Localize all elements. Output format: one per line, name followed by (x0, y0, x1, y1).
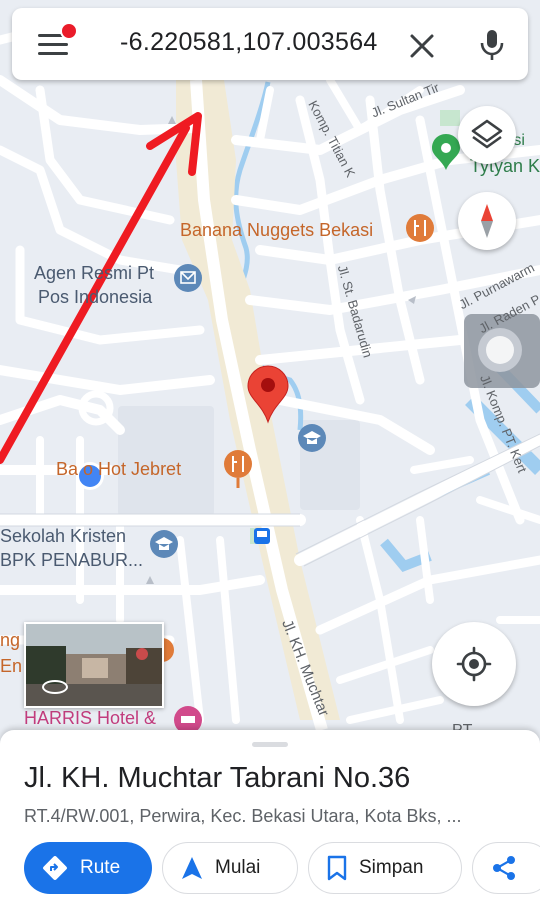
school-marker-icon-2[interactable] (150, 530, 178, 558)
notification-dot (60, 22, 78, 40)
route-button[interactable]: Rute (24, 842, 152, 894)
street-view-thumbnail[interactable] (24, 622, 164, 708)
share-button[interactable] (472, 842, 540, 894)
compass-button[interactable] (458, 192, 516, 250)
directions-icon (42, 855, 68, 881)
restaurant-marker-icon[interactable] (406, 214, 434, 242)
close-icon (410, 34, 434, 58)
place-label-left-edge-1: ng (0, 630, 21, 650)
menu-icon-bar (38, 52, 68, 55)
start-label: Mulai (215, 857, 261, 878)
navigation-arrow-icon (181, 856, 203, 880)
save-label: Simpan (359, 857, 424, 878)
my-location-icon (456, 646, 492, 682)
bookmark-icon (327, 855, 347, 881)
my-location-button[interactable] (432, 622, 516, 706)
place-label-banana-nuggets[interactable]: Banana Nuggets Bekasi (180, 220, 373, 241)
layers-icon (471, 119, 503, 149)
bus-stop-icon[interactable] (254, 528, 270, 544)
menu-icon-bar (38, 43, 68, 46)
route-label: Rute (80, 857, 121, 878)
rotate-360-icon (42, 680, 68, 694)
compass-icon (481, 204, 493, 238)
place-bottom-sheet[interactable]: Jl. KH. Muchtar Tabrani No.36 RT.4/RW.00… (0, 730, 540, 920)
place-label-harris[interactable]: HARRIS Hotel & (24, 708, 156, 729)
share-icon (491, 855, 517, 881)
place-label-hot-jebret[interactable]: Ba o Hot Jebret (56, 459, 181, 480)
post-office-marker-icon[interactable] (174, 264, 202, 292)
drag-handle[interactable] (252, 742, 288, 747)
start-button[interactable]: Mulai (162, 842, 298, 894)
search-query[interactable]: -6.220581,107.003564 (120, 28, 378, 57)
save-button[interactable]: Simpan (308, 842, 462, 894)
place-label-agen-line2[interactable]: Pos Indonesia (38, 287, 152, 308)
place-label-left-edge-2: En (0, 656, 23, 676)
mic-icon (480, 30, 504, 60)
place-label-agen-line1[interactable]: Agen Resmi Pt (34, 263, 154, 284)
place-label-sekolah-line2[interactable]: BPK PENABUR... (0, 550, 143, 571)
place-address: RT.4/RW.001, Perwira, Kec. Bekasi Utara,… (24, 806, 462, 826)
place-title: Jl. KH. Muchtar Tabrani No.36 (24, 762, 411, 794)
close-button[interactable] (408, 32, 436, 60)
voice-search-button[interactable] (478, 28, 506, 62)
place-label-sekolah-line1[interactable]: Sekolah Kristen (0, 526, 126, 547)
search-bar[interactable]: -6.220581,107.003564 (12, 8, 528, 80)
school-marker-icon[interactable] (298, 424, 326, 452)
layers-button[interactable] (458, 106, 516, 164)
